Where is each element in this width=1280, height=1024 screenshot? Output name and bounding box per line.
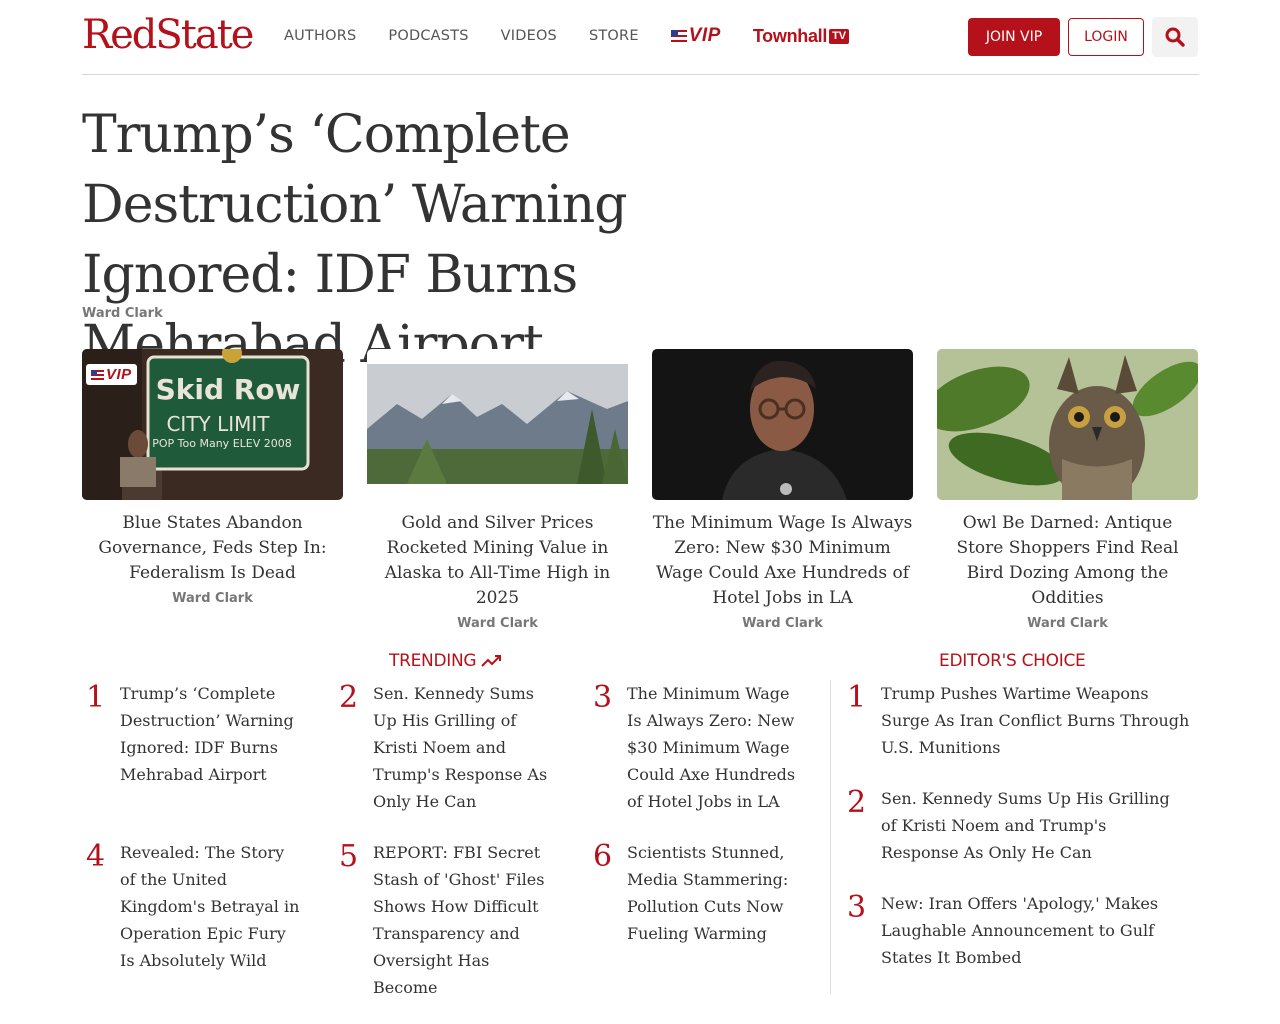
item-number: 6 <box>593 839 613 874</box>
lead-headline[interactable]: Trump’s ‘Complete Destruction’ Warning I… <box>82 100 842 380</box>
item-title[interactable]: REPORT: FBI Secret Stash of 'Ghost' File… <box>373 839 555 1001</box>
nav-store[interactable]: STORE <box>589 28 639 44</box>
owl-image[interactable] <box>937 349 1198 500</box>
nav-townhall-tv[interactable]: Townhall TV <box>752 25 850 47</box>
trending-item[interactable]: 3 The Minimum Wage Is Always Zero: New $… <box>589 680 819 815</box>
trending-item[interactable]: 4 Revealed: The Story of the United King… <box>82 839 307 974</box>
editors-choice-title: EDITOR'S CHOICE <box>939 651 1086 671</box>
nav-podcasts[interactable]: PODCASTS <box>388 28 468 44</box>
story-card[interactable]: Gold and Silver Prices Rocketed Mining V… <box>367 349 628 631</box>
us-flag-icon <box>91 369 104 380</box>
vip-label: VIP <box>688 25 721 46</box>
card-title[interactable]: Owl Be Darned: Antique Store Shoppers Fi… <box>937 511 1198 611</box>
trending-heading: TRENDING <box>389 651 503 671</box>
alaska-mountains-graphic <box>367 349 628 500</box>
alaska-image[interactable] <box>367 349 628 500</box>
owl-graphic <box>937 349 1198 500</box>
card-title[interactable]: Gold and Silver Prices Rocketed Mining V… <box>367 511 628 611</box>
item-title[interactable]: New: Iran Offers 'Apology,' Makes Laugha… <box>881 890 1199 971</box>
sign-line-2: CITY LIMIT <box>166 412 270 436</box>
item-title[interactable]: Trump’s ‘Complete Destruction’ Warning I… <box>120 680 300 788</box>
search-icon <box>1165 27 1185 47</box>
nav-vip[interactable]: VIP <box>670 25 721 47</box>
trending-title: TRENDING <box>389 651 477 671</box>
card-title[interactable]: Blue States Abandon Governance, Feds Ste… <box>82 511 343 586</box>
trending-item[interactable]: 5 REPORT: FBI Secret Stash of 'Ghost' Fi… <box>335 839 560 1001</box>
search-button[interactable] <box>1152 17 1198 57</box>
trending-up-icon <box>481 655 502 667</box>
sign-line-1: Skid Row <box>156 373 301 406</box>
item-title[interactable]: Trump Pushes Wartime Weapons Surge As Ir… <box>881 680 1199 761</box>
item-number: 5 <box>339 839 359 874</box>
trending-item[interactable]: 1 Trump’s ‘Complete Destruction’ Warning… <box>82 680 307 788</box>
editors-choice-heading: EDITOR'S CHOICE <box>939 651 1086 671</box>
item-title[interactable]: Sen. Kennedy Sums Up His Grilling of Kri… <box>373 680 553 815</box>
item-number: 4 <box>86 839 106 874</box>
item-number: 2 <box>339 680 359 715</box>
us-flag-icon <box>670 30 687 42</box>
trending-item[interactable]: 2 Sen. Kennedy Sums Up His Grilling of K… <box>335 680 560 815</box>
story-card[interactable]: The Minimum Wage Is Always Zero: New $30… <box>652 349 913 631</box>
sign-line-3: POP Too Many ELEV 2008 <box>152 437 291 450</box>
item-number: 3 <box>847 890 867 925</box>
story-card[interactable]: Owl Be Darned: Antique Store Shoppers Fi… <box>937 349 1198 631</box>
item-title[interactable]: Sen. Kennedy Sums Up His Grilling of Kri… <box>881 785 1181 866</box>
item-number: 3 <box>593 680 613 715</box>
item-title[interactable]: Revealed: The Story of the United Kingdo… <box>120 839 300 974</box>
nav-authors[interactable]: AUTHORS <box>284 28 356 44</box>
editors-choice-item[interactable]: 3 New: Iran Offers 'Apology,' Makes Laug… <box>843 890 1203 971</box>
item-number: 1 <box>847 680 867 715</box>
login-button[interactable]: LOGIN <box>1068 18 1144 56</box>
townhall-label: Townhall <box>752 25 828 46</box>
trending-item[interactable]: 6 Scientists Stunned, Media Stammering: … <box>589 839 824 947</box>
vip-badge-label: VIP <box>106 366 132 383</box>
column-divider <box>830 680 831 994</box>
card-author[interactable]: Ward Clark <box>367 616 628 631</box>
item-number: 2 <box>847 785 867 820</box>
site-header: RedState AUTHORS PODCASTS VIDEOS STORE V… <box>82 0 1199 75</box>
card-author[interactable]: Ward Clark <box>652 616 913 631</box>
story-card[interactable]: Skid Row CITY LIMIT POP Too Many ELEV 20… <box>82 349 343 606</box>
woman-portrait-graphic <box>652 349 913 500</box>
editors-choice-item[interactable]: 2 Sen. Kennedy Sums Up His Grilling of K… <box>843 785 1203 866</box>
tv-badge: TV <box>829 28 850 44</box>
lead-author[interactable]: Ward Clark <box>82 306 163 321</box>
item-title[interactable]: The Minimum Wage Is Always Zero: New $30… <box>627 680 809 815</box>
join-vip-button[interactable]: JOIN VIP <box>968 18 1060 56</box>
item-number: 1 <box>86 680 106 715</box>
portrait-image[interactable] <box>652 349 913 500</box>
main-nav: AUTHORS PODCASTS VIDEOS STORE VIP Townha… <box>284 24 850 48</box>
card-author[interactable]: Ward Clark <box>937 616 1198 631</box>
skid-row-image[interactable]: Skid Row CITY LIMIT POP Too Many ELEV 20… <box>82 349 343 500</box>
card-title[interactable]: The Minimum Wage Is Always Zero: New $30… <box>652 511 913 611</box>
nav-videos[interactable]: VIDEOS <box>501 28 557 44</box>
editors-choice-item[interactable]: 1 Trump Pushes Wartime Weapons Surge As … <box>843 680 1203 761</box>
card-author[interactable]: Ward Clark <box>82 591 343 606</box>
site-logo[interactable]: RedState <box>82 12 254 58</box>
vip-badge: VIP <box>86 364 137 385</box>
item-title[interactable]: Scientists Stunned, Media Stammering: Po… <box>627 839 822 947</box>
